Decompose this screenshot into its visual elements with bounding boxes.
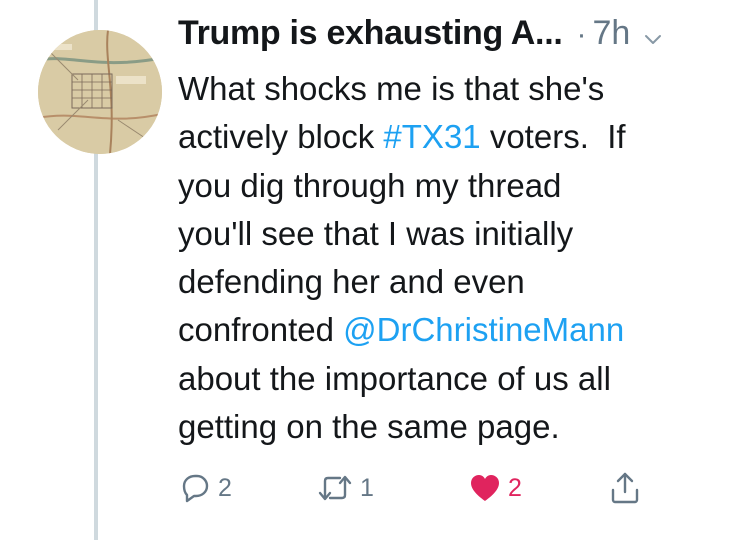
tweet-line: you'll see that I was initially xyxy=(178,214,574,252)
tweet-actions: 2 1 2 xyxy=(178,468,658,508)
reply-button[interactable]: 2 xyxy=(178,468,232,508)
retweet-icon xyxy=(318,475,352,501)
tweet-line: you dig through my thread xyxy=(178,166,562,204)
like-count: 2 xyxy=(508,473,522,502)
reply-icon xyxy=(182,474,209,503)
share-icon xyxy=(611,472,639,504)
reply-count: 2 xyxy=(218,473,232,502)
tweet-text-segment: voters. If xyxy=(480,118,626,156)
like-button[interactable]: 2 xyxy=(468,468,522,508)
tweet-text-segment: actively block xyxy=(178,118,384,156)
tweet-text-segment: confronted xyxy=(178,311,344,349)
tweet-line: defending her and even xyxy=(178,263,525,301)
avatar[interactable] xyxy=(38,30,162,154)
tweet-line: What shocks me is that she's xyxy=(178,70,605,107)
tweet-line: about the importance of us all xyxy=(178,359,611,397)
retweet-button[interactable]: 1 xyxy=(316,468,374,508)
tweet-content: Trump is exhausting A... · 7h What shock… xyxy=(178,14,738,451)
chevron-down-icon[interactable] xyxy=(642,28,664,50)
tweet-text: What shocks me is that she's actively bl… xyxy=(178,65,738,451)
heart-icon xyxy=(471,475,499,501)
header-separator: · xyxy=(576,18,587,51)
map-avatar-image xyxy=(38,30,162,154)
timestamp[interactable]: 7h xyxy=(593,14,631,53)
retweet-count: 1 xyxy=(360,473,374,502)
tweet-line: actively block #TX31 voters. If xyxy=(178,113,738,161)
mention-link[interactable]: @DrChristineMann xyxy=(343,311,624,348)
tweet-header: Trump is exhausting A... · 7h xyxy=(178,14,738,64)
hashtag-link[interactable]: #TX31 xyxy=(383,118,480,155)
tweet-line: confronted @DrChristineMann xyxy=(178,306,738,354)
display-name[interactable]: Trump is exhausting A... xyxy=(178,14,563,53)
share-button[interactable] xyxy=(608,468,642,508)
tweet-line: getting on the same page. xyxy=(178,408,560,446)
